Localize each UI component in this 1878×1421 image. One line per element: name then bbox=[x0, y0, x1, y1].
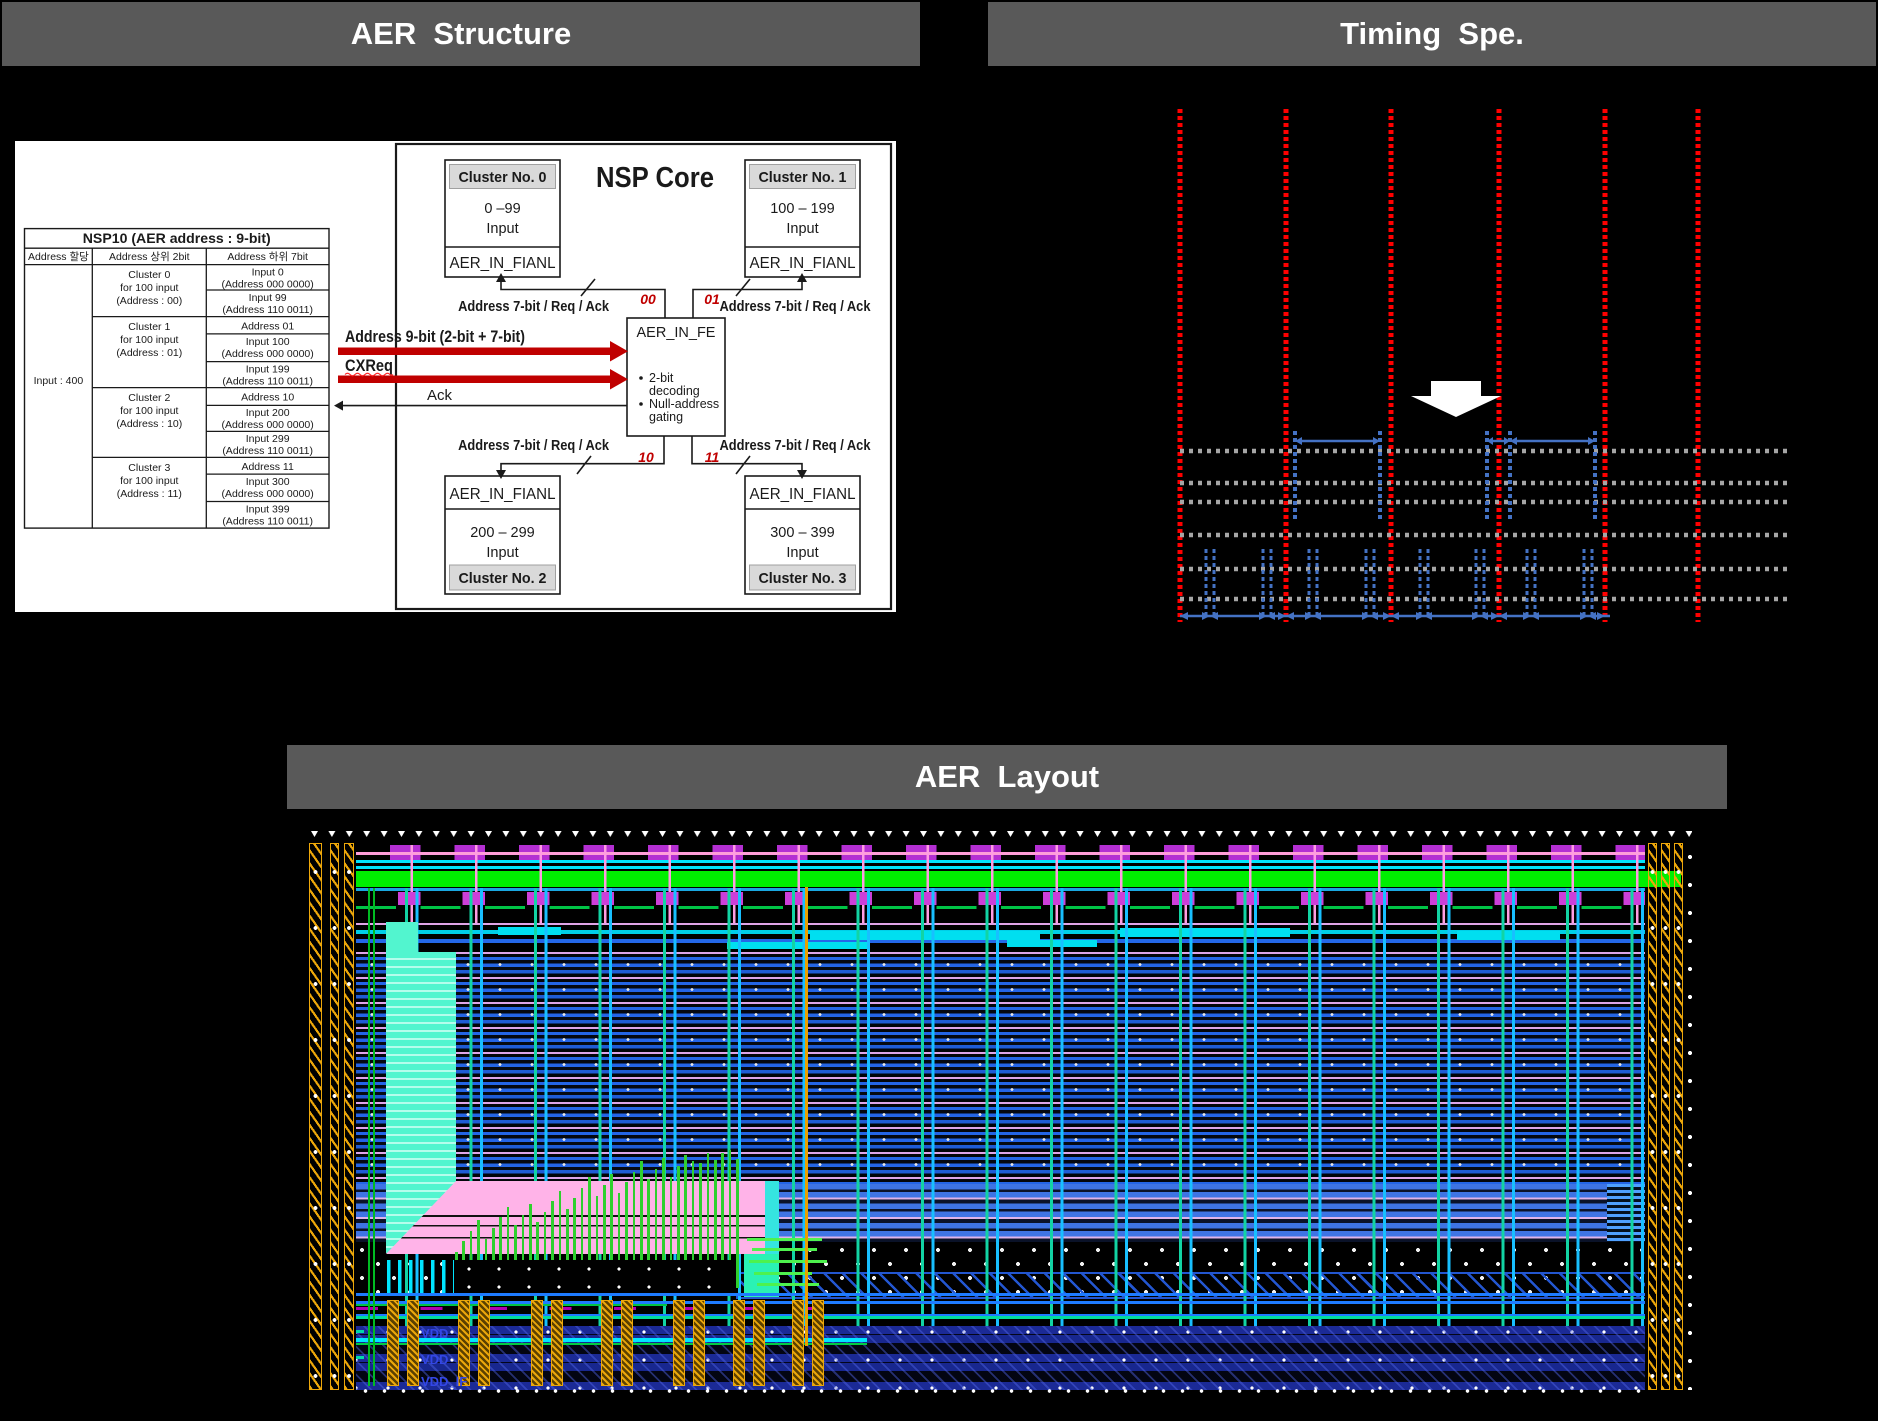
svg-text:Address 할당: Address 할당 bbox=[28, 251, 89, 263]
svg-text:(Address : 10): (Address : 10) bbox=[116, 418, 182, 430]
svg-text:Input: Input bbox=[486, 221, 518, 237]
svg-text:Input: Input bbox=[786, 545, 818, 561]
svg-text:(Address 110 0011): (Address 110 0011) bbox=[222, 304, 313, 316]
svg-text:Input 100: Input 100 bbox=[246, 336, 290, 348]
svg-text:Cluster 3: Cluster 3 bbox=[128, 462, 170, 474]
svg-text:Input 99: Input 99 bbox=[249, 292, 287, 304]
svg-text:(Address 000 0000): (Address 000 0000) bbox=[222, 419, 314, 431]
svg-text:Cluster No. 1: Cluster No. 1 bbox=[759, 169, 847, 186]
svg-text:Input 199: Input 199 bbox=[246, 364, 290, 376]
svg-text:Cluster No. 2: Cluster No. 2 bbox=[459, 570, 547, 587]
svg-text:Input 0: Input 0 bbox=[252, 267, 284, 279]
svg-text:for 100 input: for 100 input bbox=[120, 282, 178, 294]
svg-text:200 – 299: 200 – 299 bbox=[470, 525, 535, 541]
svg-text:2-bit: 2-bit bbox=[649, 371, 674, 385]
svg-text:Cluster 2: Cluster 2 bbox=[128, 392, 170, 404]
svg-text:100 – 199: 100 – 199 bbox=[770, 201, 835, 217]
svg-text:Input: Input bbox=[786, 221, 818, 237]
svg-text:Address 9-bit (2-bit + 7-bit): Address 9-bit (2-bit + 7-bit) bbox=[345, 327, 525, 346]
svg-text:CXReq: CXReq bbox=[345, 356, 393, 375]
svg-text:AER_IN_FE: AER_IN_FE bbox=[637, 325, 716, 341]
svg-text:gating: gating bbox=[649, 410, 683, 424]
svg-text:decoding: decoding bbox=[649, 384, 700, 398]
svg-text:Input 200: Input 200 bbox=[246, 407, 290, 419]
svg-text:Address 7-bit / Req / Ack: Address 7-bit / Req / Ack bbox=[720, 438, 872, 454]
svg-text:0 –99: 0 –99 bbox=[484, 201, 520, 217]
svg-text:Input 399: Input 399 bbox=[246, 504, 290, 516]
svg-text:(Address 110 0011): (Address 110 0011) bbox=[222, 376, 313, 388]
svg-text:Address 11: Address 11 bbox=[241, 461, 293, 473]
svg-text:01: 01 bbox=[704, 291, 720, 307]
svg-text:NSP Core: NSP Core bbox=[596, 162, 714, 194]
svg-text:AER_IN_FIANL: AER_IN_FIANL bbox=[450, 486, 556, 503]
svg-text:(Address : 11): (Address : 11) bbox=[117, 488, 182, 500]
svg-text:(Address 000 0000): (Address 000 0000) bbox=[222, 348, 314, 360]
svg-text:Cluster No. 0: Cluster No. 0 bbox=[459, 169, 547, 186]
svg-text:Ack: Ack bbox=[427, 387, 453, 404]
svg-text:(Address 110 0011): (Address 110 0011) bbox=[222, 516, 313, 528]
svg-text:00: 00 bbox=[640, 291, 656, 307]
svg-text:Address 7-bit / Req / Ack: Address 7-bit / Req / Ack bbox=[458, 438, 610, 454]
svg-text:NSP10 (AER address : 9-bit): NSP10 (AER address : 9-bit) bbox=[83, 230, 271, 246]
svg-text:(Address 110 0011): (Address 110 0011) bbox=[222, 445, 313, 457]
svg-text:AER_IN_FIANL: AER_IN_FIANL bbox=[750, 486, 856, 503]
svg-text:10: 10 bbox=[638, 449, 654, 465]
svg-text:Address 7-bit / Req / Ack: Address 7-bit / Req / Ack bbox=[720, 299, 872, 315]
svg-text:Input 300: Input 300 bbox=[246, 476, 290, 488]
svg-text:(Address 000 0000): (Address 000 0000) bbox=[222, 488, 314, 500]
svg-text:Cluster 1: Cluster 1 bbox=[128, 321, 170, 333]
svg-text:Address 10: Address 10 bbox=[241, 392, 294, 404]
svg-text:11: 11 bbox=[705, 449, 720, 465]
svg-text:AER_IN_FIANL: AER_IN_FIANL bbox=[750, 255, 856, 272]
svg-text:Address 상위 2bit: Address 상위 2bit bbox=[109, 250, 190, 263]
svg-text:Input 299: Input 299 bbox=[246, 433, 290, 445]
svg-text:Address 7-bit / Req / Ack: Address 7-bit / Req / Ack bbox=[458, 299, 610, 315]
svg-text:Cluster 0: Cluster 0 bbox=[128, 269, 170, 281]
svg-text:for 100 input: for 100 input bbox=[120, 475, 178, 487]
svg-text:(Address 000 0000): (Address 000 0000) bbox=[222, 279, 314, 291]
svg-text:for 100 input: for 100 input bbox=[120, 334, 178, 346]
svg-text:Address 하위 7bit: Address 하위 7bit bbox=[227, 250, 308, 263]
svg-text:(Address : 01): (Address : 01) bbox=[116, 347, 182, 359]
svg-text:300 – 399: 300 – 399 bbox=[770, 525, 835, 541]
svg-text:Address 01: Address 01 bbox=[241, 321, 294, 333]
svg-text:(Address : 00): (Address : 00) bbox=[116, 295, 182, 307]
svg-text:for 100 input: for 100 input bbox=[120, 405, 178, 417]
svg-text:AER_IN_FIANL: AER_IN_FIANL bbox=[450, 255, 556, 272]
svg-text:Null-address: Null-address bbox=[649, 397, 719, 411]
svg-text:Cluster No. 3: Cluster No. 3 bbox=[759, 570, 847, 587]
svg-text:Input: Input bbox=[486, 545, 518, 561]
svg-text:Input : 400: Input : 400 bbox=[34, 375, 84, 387]
